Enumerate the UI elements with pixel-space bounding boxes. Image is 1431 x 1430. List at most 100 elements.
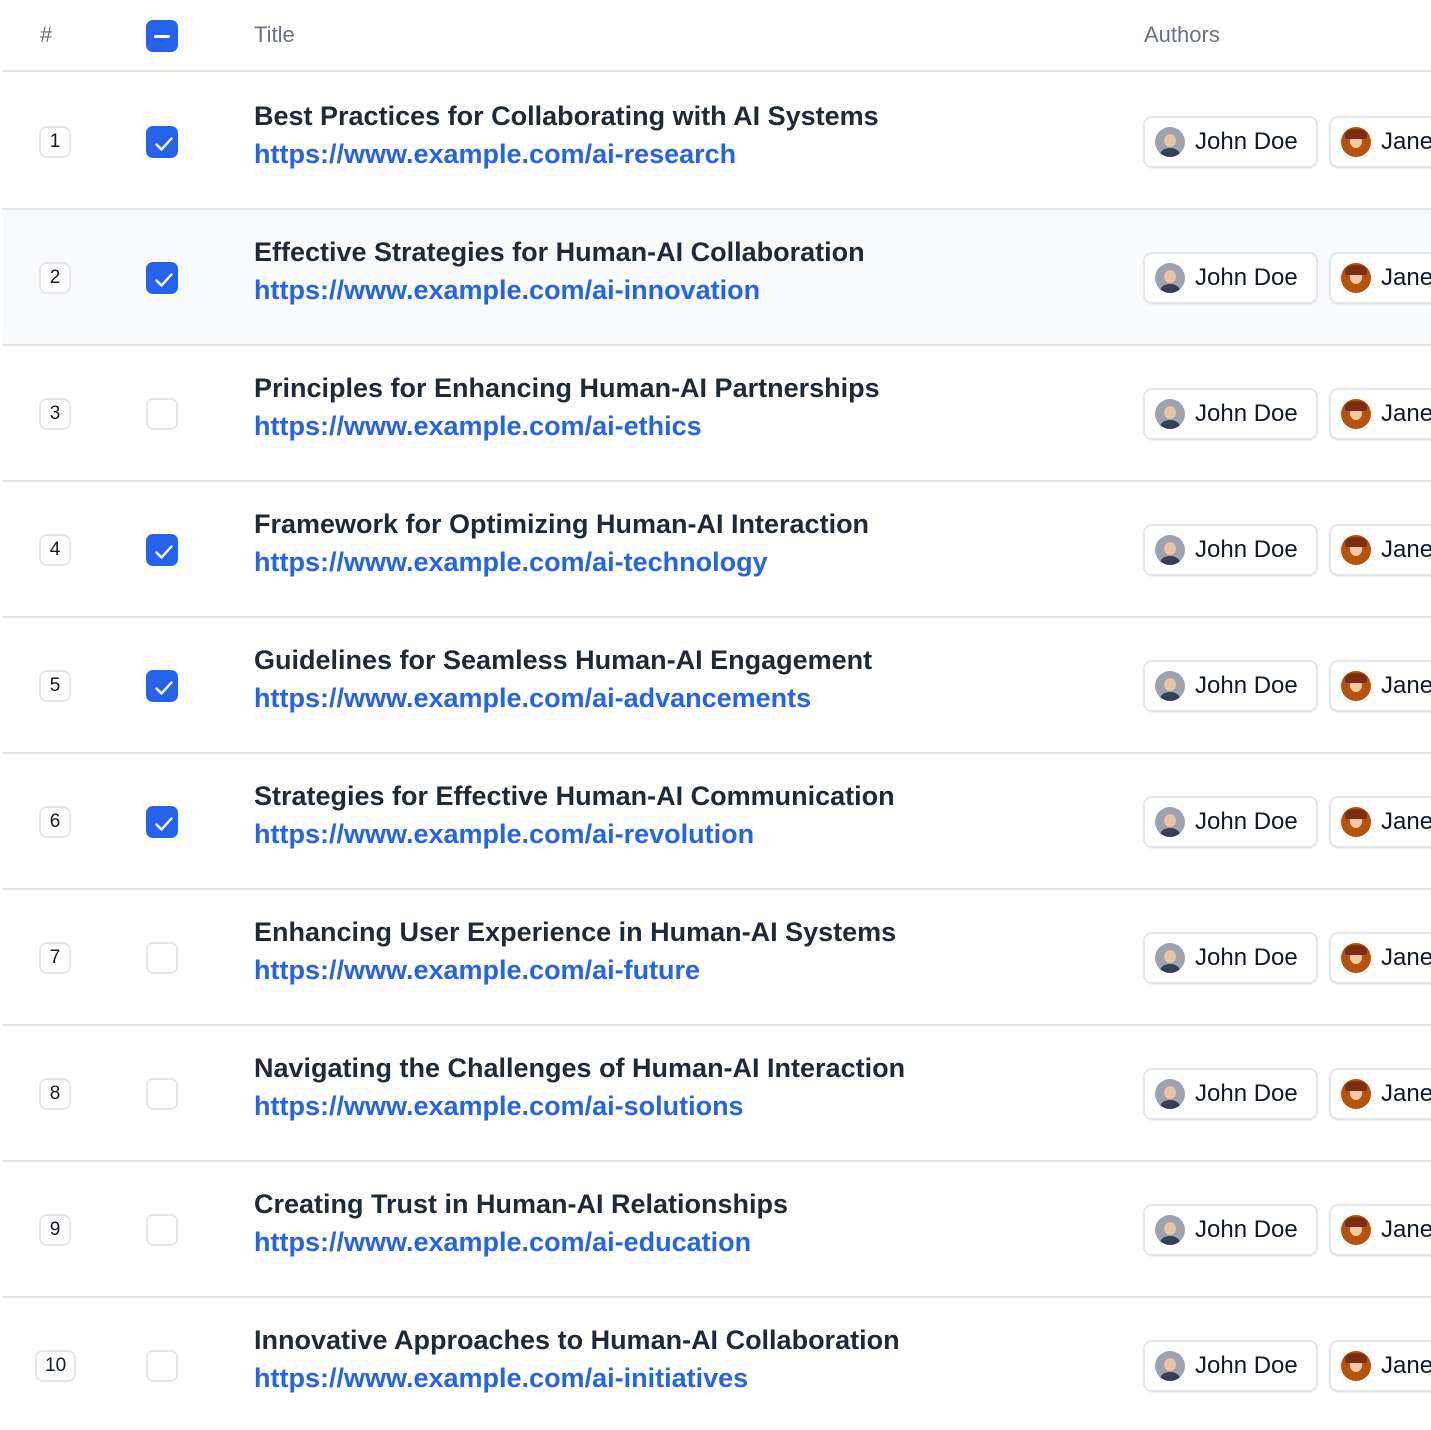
- header-title-label[interactable]: Title: [254, 22, 295, 48]
- row-checkbox[interactable]: [146, 670, 178, 702]
- table-row[interactable]: 4 Framework for Optimizing Human-AI Inter…: [2, 482, 1431, 618]
- avatar: [1155, 1079, 1185, 1109]
- author-chip[interactable]: Jane: [1329, 1068, 1431, 1120]
- row-url-link[interactable]: https://www.example.com/ai-solutions: [254, 1091, 744, 1122]
- author-chip[interactable]: John Doe: [1143, 252, 1318, 304]
- row-number-badge: 7: [39, 942, 71, 974]
- table-row[interactable]: 2 Effective Strategies for Human-AI Colla…: [2, 210, 1431, 346]
- row-title: Effective Strategies for Human-AI Collab…: [254, 237, 865, 267]
- author-chip[interactable]: John Doe: [1143, 1340, 1318, 1392]
- author-chip[interactable]: Jane: [1329, 252, 1431, 304]
- author-chip[interactable]: John Doe: [1143, 1204, 1318, 1256]
- author-chip[interactable]: John Doe: [1143, 660, 1318, 712]
- row-number-badge: 8: [39, 1078, 71, 1110]
- row-checkbox[interactable]: [146, 1078, 178, 1110]
- author-name: John Doe: [1195, 264, 1298, 291]
- author-chip[interactable]: Jane: [1329, 1204, 1431, 1256]
- row-url-link[interactable]: https://www.example.com/ai-technology: [254, 547, 768, 578]
- author-chip[interactable]: Jane: [1329, 388, 1431, 440]
- table-row[interactable]: 6 Strategies for Effective Human-AI Commu…: [2, 754, 1431, 890]
- header-number-label: #: [40, 22, 53, 47]
- row-title: Guidelines for Seamless Human-AI Engagem…: [254, 645, 873, 675]
- author-name: John Doe: [1195, 536, 1298, 563]
- avatar: [1341, 263, 1371, 293]
- table-row[interactable]: 5 Guidelines for Seamless Human-AI Engage…: [2, 618, 1431, 754]
- row-checkbox[interactable]: [146, 262, 178, 294]
- author-chip[interactable]: Jane: [1329, 660, 1431, 712]
- author-chip[interactable]: Jane: [1329, 116, 1431, 168]
- row-number-badge: 9: [39, 1214, 71, 1246]
- row-url-link[interactable]: https://www.example.com/ai-education: [254, 1227, 751, 1258]
- check-icon: [155, 137, 173, 151]
- avatar: [1341, 399, 1371, 429]
- avatar: [1155, 943, 1185, 973]
- table-row[interactable]: 1 Best Practices for Collaborating with A…: [2, 74, 1431, 210]
- avatar: [1341, 943, 1371, 973]
- author-name: Jane: [1381, 1216, 1431, 1243]
- check-icon: [155, 817, 173, 831]
- author-chip[interactable]: John Doe: [1143, 796, 1318, 848]
- author-chip[interactable]: John Doe: [1143, 932, 1318, 984]
- avatar: [1155, 807, 1185, 837]
- avatar: [1155, 399, 1185, 429]
- row-checkbox[interactable]: [146, 1214, 178, 1246]
- author-chip[interactable]: John Doe: [1143, 116, 1318, 168]
- row-url-link[interactable]: https://www.example.com/ai-initiatives: [254, 1363, 748, 1394]
- author-chip[interactable]: Jane: [1329, 932, 1431, 984]
- author-name: John Doe: [1195, 808, 1298, 835]
- author-chip[interactable]: John Doe: [1143, 1068, 1318, 1120]
- author-chip[interactable]: Jane: [1329, 524, 1431, 576]
- row-number-badge: 5: [39, 670, 71, 702]
- row-checkbox[interactable]: [146, 534, 178, 566]
- author-chip[interactable]: John Doe: [1143, 524, 1318, 576]
- row-url-link[interactable]: https://www.example.com/ai-ethics: [254, 411, 702, 442]
- row-title: Enhancing User Experience in Human-AI Sy…: [254, 917, 897, 947]
- row-title: Creating Trust in Human-AI Relationships: [254, 1189, 789, 1219]
- row-checkbox[interactable]: [146, 1350, 178, 1382]
- table-row[interactable]: 9 Creating Trust in Human-AI Relationship…: [2, 1162, 1431, 1298]
- avatar: [1341, 807, 1371, 837]
- row-checkbox[interactable]: [146, 942, 178, 974]
- row-title: Innovative Approaches to Human-AI Collab…: [254, 1325, 900, 1355]
- avatar: [1341, 127, 1371, 157]
- author-name: John Doe: [1195, 1216, 1298, 1243]
- table-row[interactable]: 10 Innovative Approaches to Human-AI Coll…: [2, 1298, 1431, 1430]
- row-title: Principles for Enhancing Human-AI Partne…: [254, 373, 880, 403]
- author-name: Jane: [1381, 1352, 1431, 1379]
- author-name: Jane: [1381, 400, 1431, 427]
- author-name: John Doe: [1195, 400, 1298, 427]
- row-url-link[interactable]: https://www.example.com/ai-research: [254, 139, 736, 170]
- row-checkbox[interactable]: [146, 398, 178, 430]
- row-number-badge: 2: [39, 262, 71, 294]
- author-chip[interactable]: Jane: [1329, 1340, 1431, 1392]
- row-checkbox[interactable]: [146, 806, 178, 838]
- author-chip[interactable]: Jane: [1329, 796, 1431, 848]
- author-name: John Doe: [1195, 1080, 1298, 1107]
- row-url-link[interactable]: https://www.example.com/ai-revolution: [254, 819, 754, 850]
- check-icon: [155, 273, 173, 287]
- row-number-badge: 6: [39, 806, 71, 838]
- author-name: Jane: [1381, 536, 1431, 563]
- header-authors-label[interactable]: Authors: [1144, 22, 1220, 48]
- row-checkbox[interactable]: [146, 126, 178, 158]
- author-name: John Doe: [1195, 672, 1298, 699]
- row-number-badge: 4: [39, 534, 71, 566]
- author-name: John Doe: [1195, 128, 1298, 155]
- table-row[interactable]: 3 Principles for Enhancing Human-AI Partn…: [2, 346, 1431, 482]
- avatar: [1341, 671, 1371, 701]
- check-icon: [155, 681, 173, 695]
- row-url-link[interactable]: https://www.example.com/ai-future: [254, 955, 700, 986]
- avatar: [1155, 263, 1185, 293]
- papers-table: # Title Authors 1 Best Practices for Coll…: [2, 0, 1431, 1430]
- row-number-badge: 3: [39, 398, 71, 430]
- table-row[interactable]: 7 Enhancing User Experience in Human-AI S…: [2, 890, 1431, 1026]
- row-url-link[interactable]: https://www.example.com/ai-advancements: [254, 683, 811, 714]
- row-url-link[interactable]: https://www.example.com/ai-innovation: [254, 275, 760, 306]
- author-name: Jane: [1381, 944, 1431, 971]
- table-row[interactable]: 8 Navigating the Challenges of Human-AI I…: [2, 1026, 1431, 1162]
- author-chip[interactable]: John Doe: [1143, 388, 1318, 440]
- avatar: [1341, 1079, 1371, 1109]
- select-all-checkbox[interactable]: [146, 20, 178, 52]
- row-number-badge: 10: [35, 1350, 77, 1382]
- author-name: Jane: [1381, 1080, 1431, 1107]
